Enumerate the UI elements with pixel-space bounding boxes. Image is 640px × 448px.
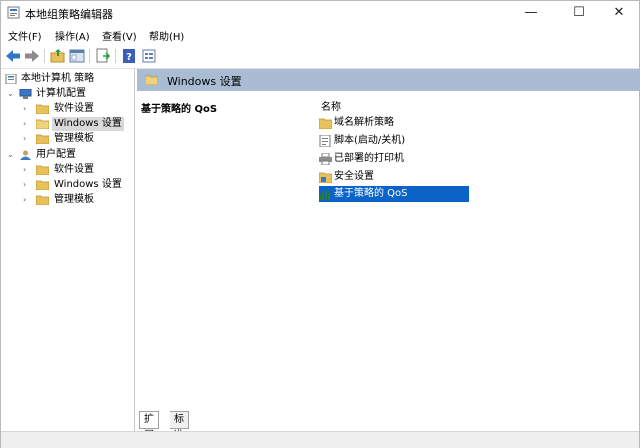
tree-root-label: 本地计算机 策略 — [21, 73, 95, 84]
chevron-right-icon[interactable]: › — [23, 132, 26, 146]
tree-computer-software-settings[interactable]: › 软件设置 — [23, 102, 133, 116]
menu-file[interactable]: 文件(F) — [8, 28, 42, 43]
tree-item-label: 软件设置 — [54, 103, 94, 114]
folder-icon — [36, 134, 49, 144]
open-folder-icon — [36, 119, 49, 129]
chevron-down-icon[interactable]: ⌄ — [7, 148, 14, 162]
tree-root[interactable]: 本地计算机 策略 — [5, 72, 133, 86]
title-bar: 本地组策略编辑器 — ☐ ✕ — [1, 1, 639, 25]
description-title: 基于策略的 QoS — [141, 104, 218, 115]
menu-help[interactable]: 帮助(H) — [149, 28, 184, 43]
chevron-right-icon[interactable]: › — [23, 102, 26, 116]
folder-icon — [319, 118, 332, 129]
folder-icon — [145, 75, 158, 85]
tree-user-windows-settings[interactable]: › Windows 设置 — [23, 178, 133, 192]
list-item[interactable]: 域名解析策略 — [319, 115, 469, 131]
tab-standard[interactable]: 标准 — [170, 411, 189, 441]
toolbar-separator — [44, 49, 45, 63]
svg-text:?: ? — [126, 52, 132, 63]
tree-item-label: 管理模板 — [54, 133, 94, 144]
maximize-button[interactable]: ☐ — [557, 1, 601, 25]
folder-icon — [36, 104, 49, 114]
back-arrow-icon[interactable] — [4, 47, 22, 65]
minimize-button[interactable]: — — [509, 1, 553, 25]
details-header-title: Windows 设置 — [167, 75, 242, 88]
details-pane: Windows 设置 基于策略的 QoS 名称 域名解析策略 脚本(启动/关机)… — [137, 69, 639, 411]
properties-icon[interactable] — [140, 47, 158, 65]
tree-user-config-label: 用户配置 — [36, 149, 76, 160]
security-settings-icon — [319, 172, 332, 183]
chevron-right-icon[interactable]: › — [23, 193, 26, 207]
folder-icon — [36, 195, 49, 205]
forward-arrow-icon[interactable] — [23, 47, 41, 65]
tree-user-config[interactable]: ⌄ 用户配置 — [7, 148, 133, 162]
tree-computer-admin-templates[interactable]: › 管理模板 — [23, 132, 133, 146]
tree-user-admin-templates[interactable]: › 管理模板 — [23, 193, 133, 207]
console-tree: 本地计算机 策略 ⌄ 计算机配置 › 软件设置 › Windows 设置 › 管… — [1, 69, 135, 433]
toolbar-separator — [115, 49, 116, 63]
list-item[interactable]: 已部署的打印机 — [319, 151, 469, 167]
chevron-right-icon[interactable]: › — [23, 163, 26, 177]
up-folder-icon[interactable] — [49, 47, 67, 65]
chevron-right-icon[interactable]: › — [23, 117, 26, 131]
list-item-label: 脚本(启动/关机) — [334, 135, 406, 146]
tree-item-label: 软件设置 — [54, 164, 94, 175]
script-icon — [319, 135, 331, 147]
tree-item-label-selected: Windows 设置 — [52, 117, 124, 131]
show-hide-tree-icon[interactable] — [68, 47, 86, 65]
menu-action[interactable]: 操作(A) — [55, 28, 90, 43]
list-item-label: 域名解析策略 — [334, 117, 394, 128]
toolbar: ? — [1, 44, 639, 69]
policy-root-icon — [5, 74, 17, 84]
qos-chart-icon — [319, 190, 330, 200]
chevron-down-icon[interactable]: ⌄ — [7, 87, 14, 101]
tree-computer-config[interactable]: ⌄ 计算机配置 — [7, 87, 133, 101]
user-icon — [20, 150, 31, 160]
tree-computer-windows-settings[interactable]: › Windows 设置 — [23, 117, 133, 131]
tree-user-software-settings[interactable]: › 软件设置 — [23, 163, 133, 177]
list-item[interactable]: 脚本(启动/关机) — [319, 133, 469, 149]
folder-icon — [36, 165, 49, 175]
help-icon[interactable]: ? — [120, 47, 138, 65]
tree-item-label: Windows 设置 — [54, 179, 122, 190]
export-list-icon[interactable] — [94, 47, 112, 65]
details-header: Windows 设置 — [137, 69, 639, 91]
group-policy-editor-window: 本地组策略编辑器 — ☐ ✕ 文件(F) 操作(A) 查看(V) 帮助(H) ?… — [0, 0, 640, 448]
status-bar — [1, 431, 639, 448]
menu-bar: 文件(F) 操作(A) 查看(V) 帮助(H) — [1, 25, 639, 44]
list-item-label: 已部署的打印机 — [334, 153, 404, 164]
menu-view[interactable]: 查看(V) — [102, 28, 137, 43]
policy-editor-app-icon — [7, 6, 20, 19]
list-item[interactable]: 安全设置 — [319, 169, 469, 185]
list-item-label: 基于策略的 QoS — [334, 188, 408, 199]
list-item-selected[interactable]: 基于策略的 QoS — [319, 186, 469, 202]
tree-computer-config-label: 计算机配置 — [36, 88, 86, 99]
printer-icon — [319, 153, 332, 165]
tab-extended[interactable]: 扩展 — [139, 411, 159, 441]
window-title: 本地组策略编辑器 — [25, 8, 113, 21]
toolbar-separator — [89, 49, 90, 63]
computer-icon — [19, 89, 32, 99]
tree-item-label: 管理模板 — [54, 194, 94, 205]
column-header-name[interactable]: 名称 — [321, 98, 341, 113]
close-button[interactable]: ✕ — [597, 1, 640, 25]
list-item-label: 安全设置 — [334, 171, 374, 182]
chevron-right-icon[interactable]: › — [23, 178, 26, 192]
folder-icon — [36, 180, 49, 190]
